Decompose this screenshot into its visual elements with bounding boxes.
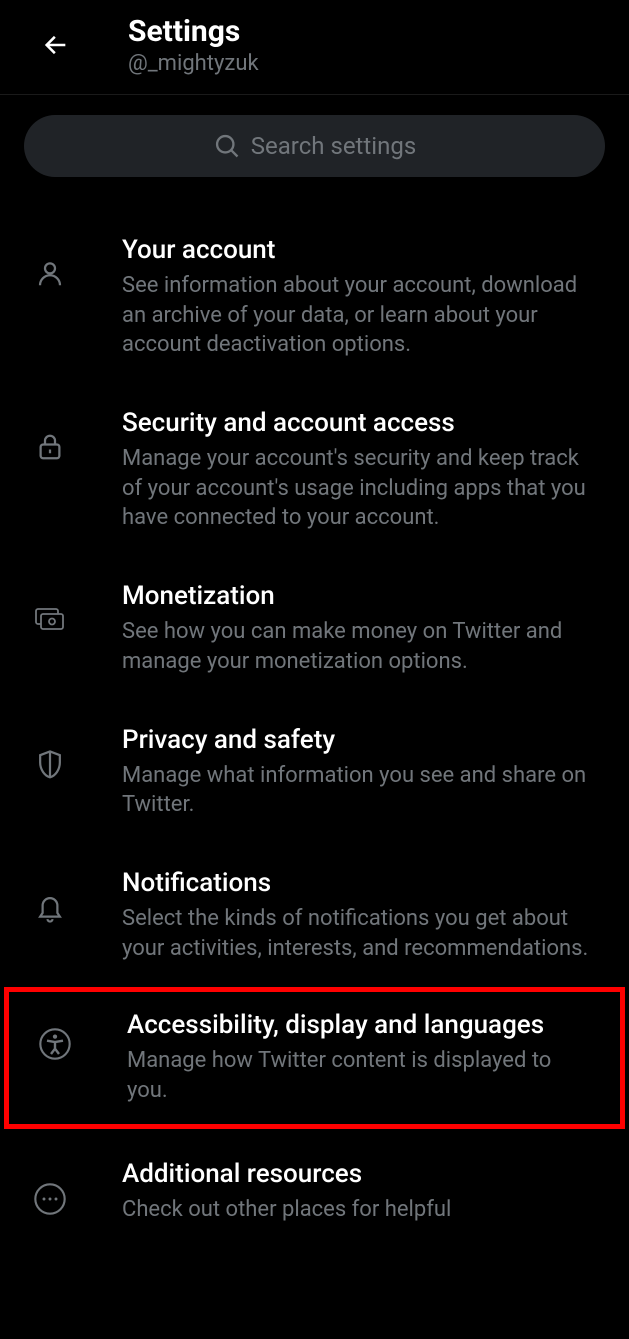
settings-item-title: Security and account access [122,408,595,438]
settings-item-accessibility-display-and-languages[interactable]: Accessibility, display and languages Man… [9,992,620,1123]
highlighted-item-box: Accessibility, display and languages Man… [4,987,625,1128]
settings-item-desc: Select the kinds of notifications you ge… [122,904,595,963]
settings-item-your-account[interactable]: Your account See information about your … [0,211,629,384]
settings-item-desc: Manage how Twitter content is displayed … [127,1046,586,1105]
settings-item-desc: See how you can make money on Twitter an… [122,617,595,676]
search-container: Search settings [0,95,629,189]
settings-item-additional-resources[interactable]: Additional resources Check out other pla… [0,1135,629,1249]
settings-item-desc: Manage what information you see and shar… [122,761,595,820]
settings-item-desc: See information about your account, down… [122,271,595,360]
settings-item-title: Monetization [122,581,595,611]
back-button[interactable] [36,25,76,65]
header-titles: Settings @_mightyzuk [128,14,259,76]
more-icon [30,1183,70,1215]
lock-icon [30,432,70,462]
settings-item-title: Notifications [122,868,595,898]
shield-icon [30,749,70,781]
settings-list: Your account See information about your … [0,189,629,1248]
search-icon [213,132,241,160]
settings-item-privacy-and-safety[interactable]: Privacy and safety Manage what informati… [0,701,629,844]
settings-item-title: Additional resources [122,1159,595,1189]
page-subtitle: @_mightyzuk [128,51,259,76]
settings-item-title: Accessibility, display and languages [127,1010,586,1040]
settings-item-desc: Manage your account's security and keep … [122,444,595,533]
settings-item-security-and-account-access[interactable]: Security and account access Manage your … [0,384,629,557]
accessibility-icon [35,1028,75,1060]
user-icon [30,259,70,289]
header: Settings @_mightyzuk [0,0,629,95]
page-title: Settings [128,14,259,49]
back-arrow-icon [42,31,70,59]
settings-item-desc: Check out other places for helpful [122,1195,595,1225]
settings-item-title: Privacy and safety [122,725,595,755]
settings-item-title: Your account [122,235,595,265]
settings-item-notifications[interactable]: Notifications Select the kinds of notifi… [0,844,629,987]
money-icon [30,605,70,633]
search-input[interactable]: Search settings [24,115,605,177]
settings-item-monetization[interactable]: Monetization See how you can make money … [0,557,629,700]
search-placeholder: Search settings [251,132,416,160]
bell-icon [30,892,70,924]
